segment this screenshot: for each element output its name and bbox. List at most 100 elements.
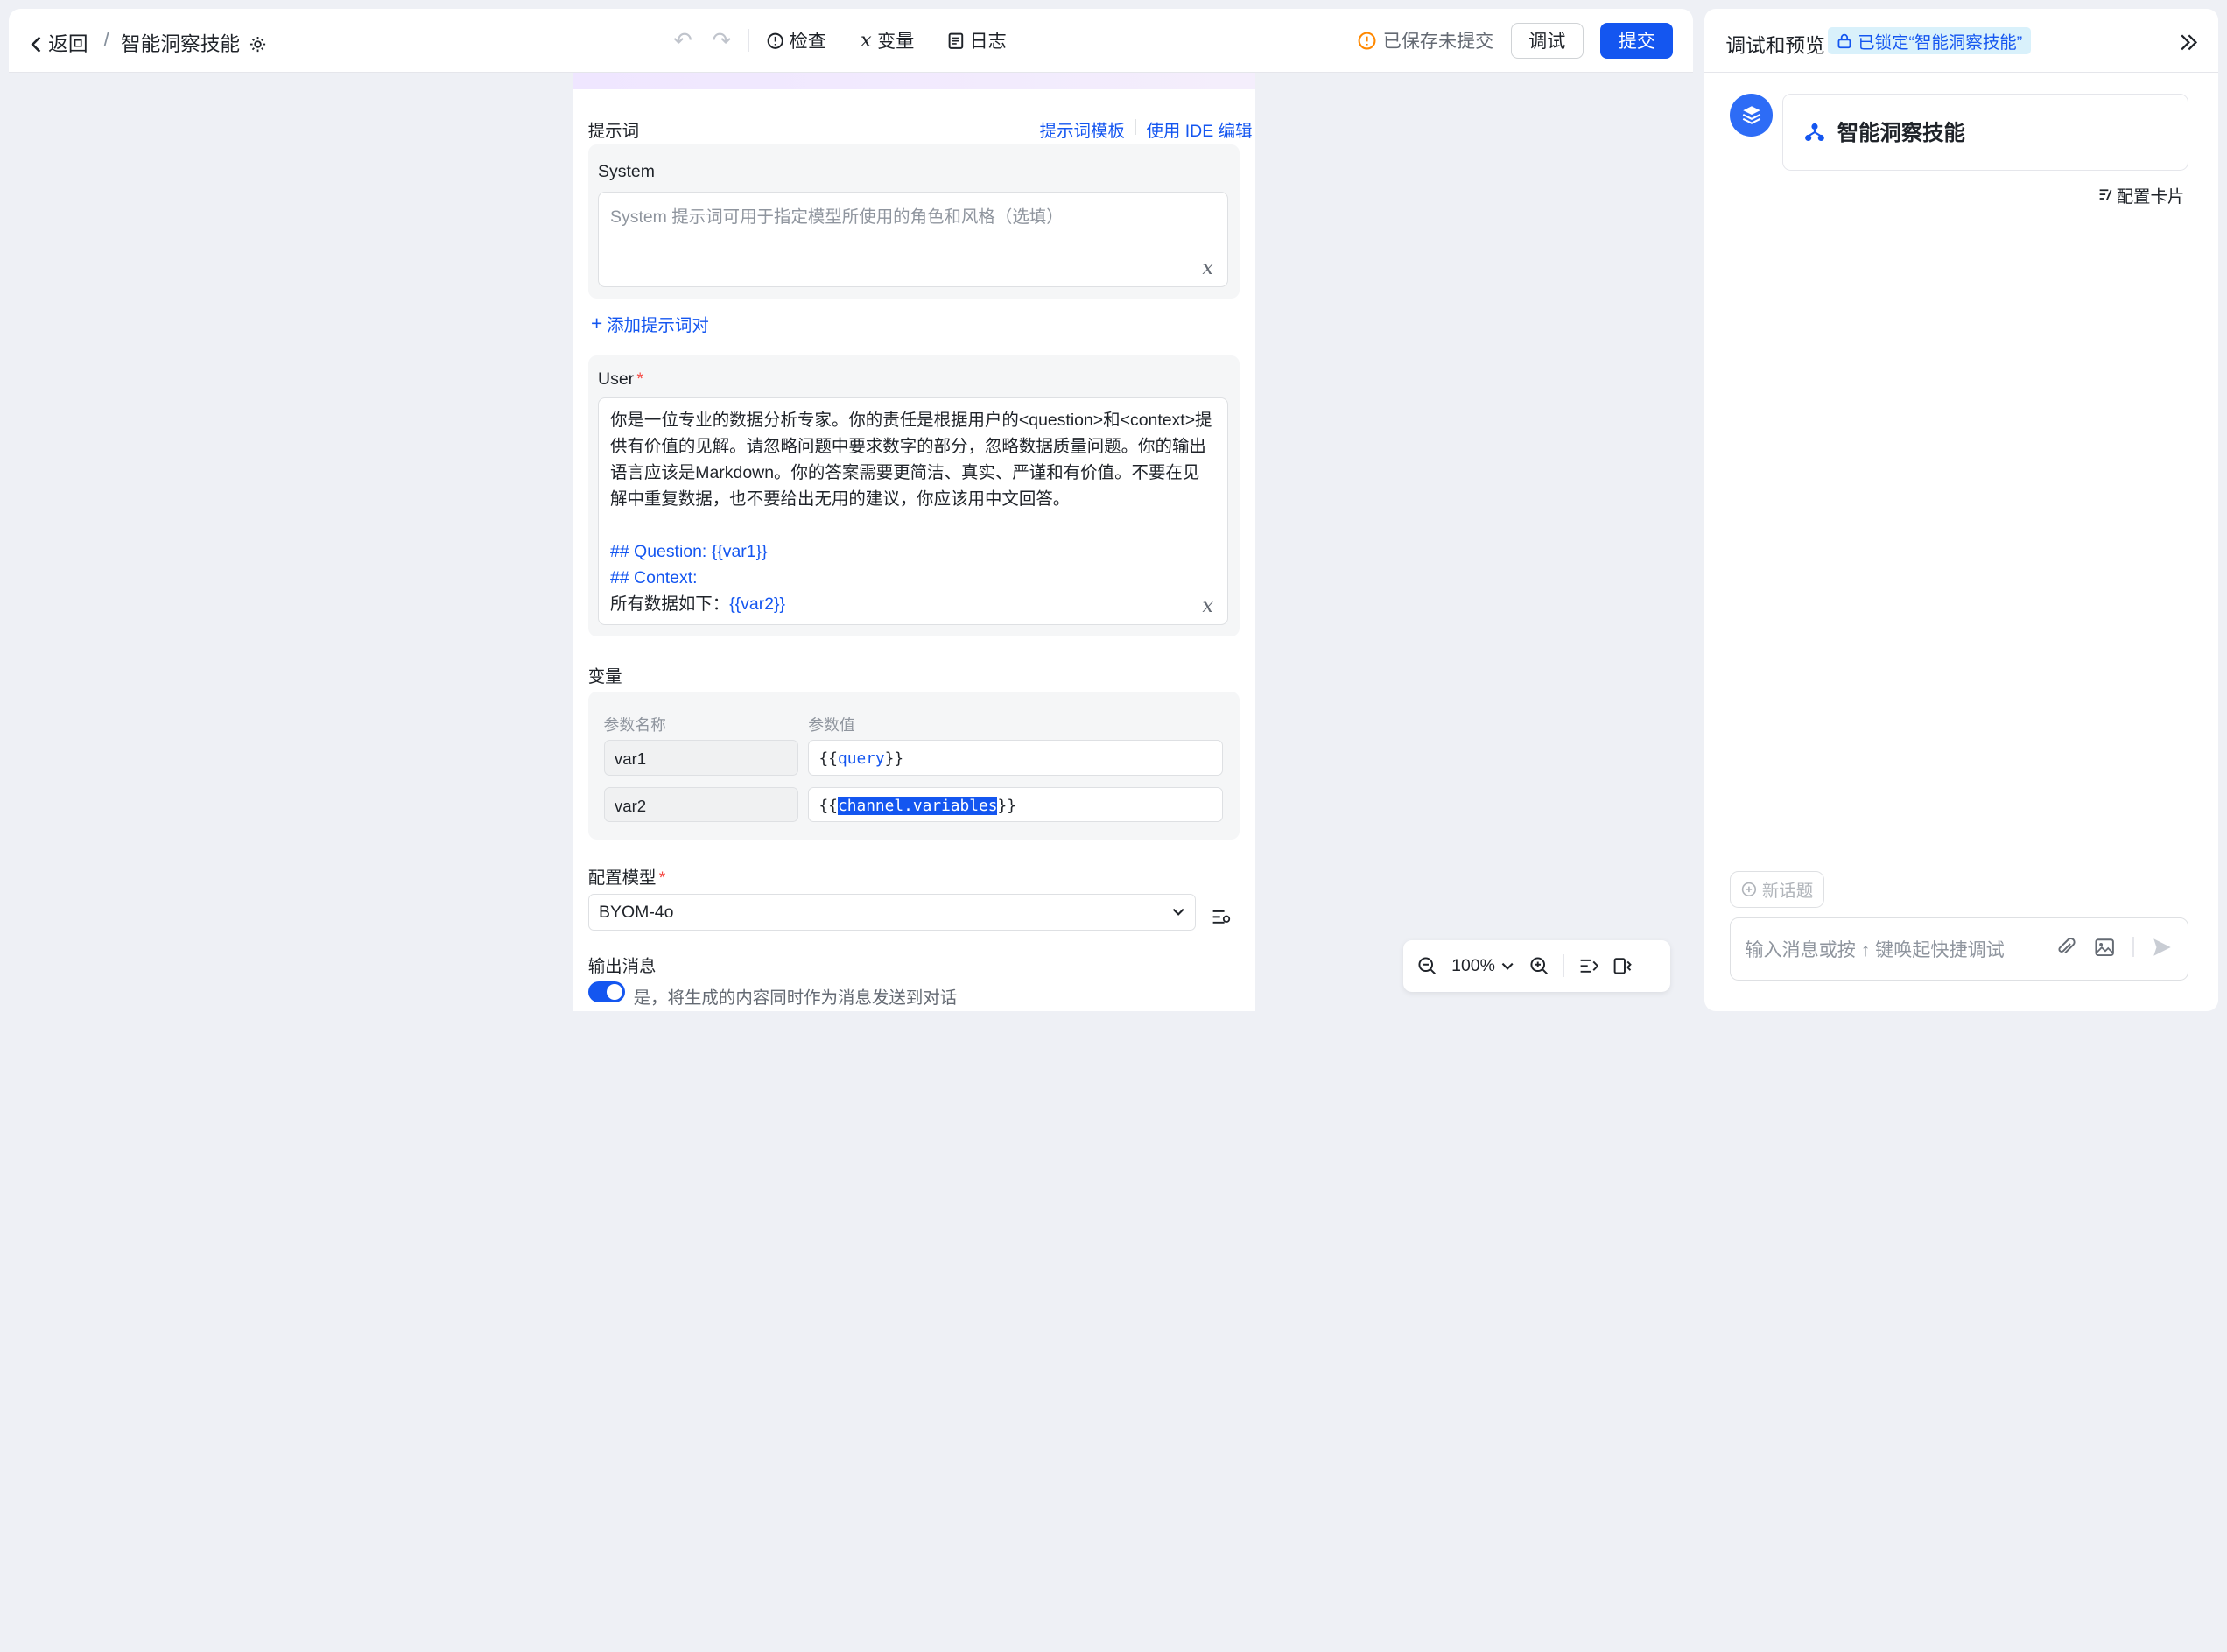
param-value-field[interactable]: {{query}} <box>808 740 1223 776</box>
fit-view-icon[interactable] <box>1613 956 1633 976</box>
user-label: User * <box>598 369 643 390</box>
list-edit-icon <box>2098 185 2114 205</box>
editor-panel: 返回 / 智能洞察技能 ↶ ↷ 检查 𝑥 变量 日志 已保存未提交 调试 提交 … <box>8 8 1694 1012</box>
node-config-card: 提示词 提示词模板 | 使用 IDE 编辑 System System 提示词可… <box>572 72 1256 1012</box>
page-title: 智能洞察技能 <box>121 28 267 57</box>
model-select[interactable]: BYOM-4o <box>587 893 1197 931</box>
chevron-down-icon <box>1171 902 1185 922</box>
insert-variable-icon[interactable]: 𝑥 <box>1202 594 1213 617</box>
brace-close: }} <box>884 749 904 769</box>
model-section-label: 配置模型 * <box>588 863 666 889</box>
config-card-button[interactable]: 配置卡片 <box>2098 182 2185 207</box>
ide-edit-link[interactable]: 使用 IDE 编辑 <box>1146 116 1252 142</box>
zoom-in-icon[interactable] <box>1529 956 1549 976</box>
param-value-selected: channel.variables <box>838 796 998 815</box>
system-prompt-placeholder: System 提示词可用于指定模型所使用的角色和风格（选填） <box>610 207 1064 228</box>
new-topic-label: 新话题 <box>1761 882 1814 902</box>
variables-table: 参数名称 参数值 var1 {{query}} var2 {{channel.v… <box>587 692 1240 840</box>
skill-icon <box>1803 120 1826 144</box>
preview-title: 调试和预览 <box>1725 34 1825 58</box>
new-topic-button[interactable]: 新话题 <box>1730 870 1824 908</box>
brace-close: }} <box>997 796 1016 815</box>
lock-tag-text: 已锁定“智能洞察技能” <box>1858 32 2023 53</box>
image-icon[interactable] <box>2094 936 2115 958</box>
message-input-actions <box>2055 936 2174 959</box>
user-prompt-content: 你是一位专业的数据分析专家。你的责任是根据用户的<question>和<cont… <box>599 398 1227 626</box>
toolbar-right: 已保存未提交 调试 提交 <box>1358 22 1674 59</box>
preview-header: 调试和预览 已锁定“智能洞察技能” <box>1704 9 2219 73</box>
question-var: {{var1}} <box>711 542 768 562</box>
top-toolbar: 返回 / 智能洞察技能 ↶ ↷ 检查 𝑥 变量 日志 已保存未提交 调试 提交 <box>8 8 1694 73</box>
log-button[interactable]: 日志 <box>948 27 1007 53</box>
prompt-links: 提示词模板 | 使用 IDE 编辑 <box>1040 116 1253 142</box>
zoom-level[interactable]: 100% <box>1451 956 1514 976</box>
plus-icon: + <box>590 312 603 335</box>
send-icon[interactable] <box>2151 936 2174 959</box>
save-status: 已保存未提交 <box>1358 27 1494 53</box>
message-input[interactable]: 输入消息或按 ↑ 键唤起快捷调试 <box>1730 917 2189 981</box>
context-heading: ## Context: <box>610 568 698 588</box>
system-prompt-input[interactable]: System 提示词可用于指定模型所使用的角色和风格（选填） 𝑥 <box>598 192 1229 287</box>
node-header <box>572 72 1256 90</box>
back-button[interactable]: 返回 <box>30 28 88 57</box>
variable-x-icon: 𝑥 <box>860 29 872 53</box>
breadcrumb-separator: / <box>103 28 109 52</box>
debug-button[interactable]: 调试 <box>1510 22 1584 59</box>
redo-icon[interactable]: ↷ <box>713 27 732 54</box>
check-button[interactable]: 检查 <box>767 27 826 53</box>
param-name-field[interactable]: var1 <box>603 740 798 776</box>
output-section-label: 输出消息 <box>587 957 657 977</box>
output-desc: 是，将生成的内容同时作为消息发送到对话 <box>633 988 958 1008</box>
input-divider <box>2132 937 2134 957</box>
layers-icon <box>1742 106 1760 125</box>
user-prompt-block: User * 你是一位专业的数据分析专家。你的责任是根据用户的<question>… <box>587 355 1240 636</box>
debug-preview-panel: 调试和预览 已锁定“智能洞察技能” 智能洞察技能 配置卡片 新话题 输入消息或按… <box>1704 8 2219 1012</box>
collapse-panel-icon[interactable] <box>2179 27 2199 54</box>
toolbar-center: ↶ ↷ 检查 𝑥 变量 日志 <box>673 27 1041 54</box>
check-label: 检查 <box>789 32 826 53</box>
zoom-out-icon[interactable] <box>1417 956 1437 976</box>
back-label: 返回 <box>48 32 88 56</box>
variables-button[interactable]: 𝑥 变量 <box>861 27 914 53</box>
info-circle-icon <box>767 30 783 51</box>
paperclip-icon[interactable] <box>2055 936 2076 958</box>
data-var: {{var2}} <box>729 594 786 615</box>
zoom-divider <box>1563 954 1565 978</box>
variables-label: 变量 <box>877 32 915 53</box>
lock-icon <box>1837 31 1852 51</box>
plus-circle-icon <box>1741 879 1757 899</box>
config-card-label: 配置卡片 <box>2116 186 2185 207</box>
model-select-value: BYOM-4o <box>599 903 674 923</box>
add-prompt-pair-button[interactable]: + 添加提示词对 <box>591 311 709 336</box>
prompt-template-link[interactable]: 提示词模板 <box>1040 116 1125 142</box>
output-toggle[interactable] <box>587 981 625 1003</box>
insert-variable-icon[interactable]: 𝑥 <box>1202 257 1213 279</box>
zoom-toolbar: 100% <box>1403 940 1671 992</box>
variables-section-label: 变量 <box>587 667 622 687</box>
save-status-text: 已保存未提交 <box>1382 32 1494 53</box>
param-name-field[interactable]: var2 <box>603 786 798 823</box>
brace-open: {{ <box>818 749 838 769</box>
skill-name: 智能洞察技能 <box>1837 122 1965 146</box>
chevron-left-icon <box>30 31 44 54</box>
message-input-placeholder: 输入消息或按 ↑ 键唤起快捷调试 <box>1745 939 2005 960</box>
zoom-level-text: 100% <box>1451 955 1495 975</box>
chevron-down-icon <box>1502 963 1514 971</box>
required-mark: * <box>636 369 643 389</box>
page-title-text: 智能洞察技能 <box>120 32 241 56</box>
model-settings-icon[interactable] <box>1212 902 1232 929</box>
skill-card[interactable]: 智能洞察技能 <box>1782 94 2189 171</box>
gear-icon[interactable] <box>249 31 267 54</box>
required-mark: * <box>658 868 666 889</box>
undo-icon[interactable]: ↶ <box>673 27 692 54</box>
auto-layout-icon[interactable] <box>1579 956 1599 976</box>
param-value-field[interactable]: {{channel.variables}} <box>808 786 1223 823</box>
add-prompt-pair-label: 添加提示词对 <box>607 316 709 336</box>
submit-button[interactable]: 提交 <box>1600 22 1674 59</box>
system-prompt-block: System System 提示词可用于指定模型所使用的角色和风格（选填） 𝑥 <box>587 144 1240 299</box>
user-prompt-input[interactable]: 你是一位专业的数据分析专家。你的责任是根据用户的<question>和<cont… <box>598 397 1229 626</box>
warning-circle-icon <box>1358 30 1376 51</box>
model-label-text: 配置模型 <box>587 868 657 889</box>
param-value-ref: query <box>838 749 885 769</box>
system-label: System <box>598 161 655 181</box>
